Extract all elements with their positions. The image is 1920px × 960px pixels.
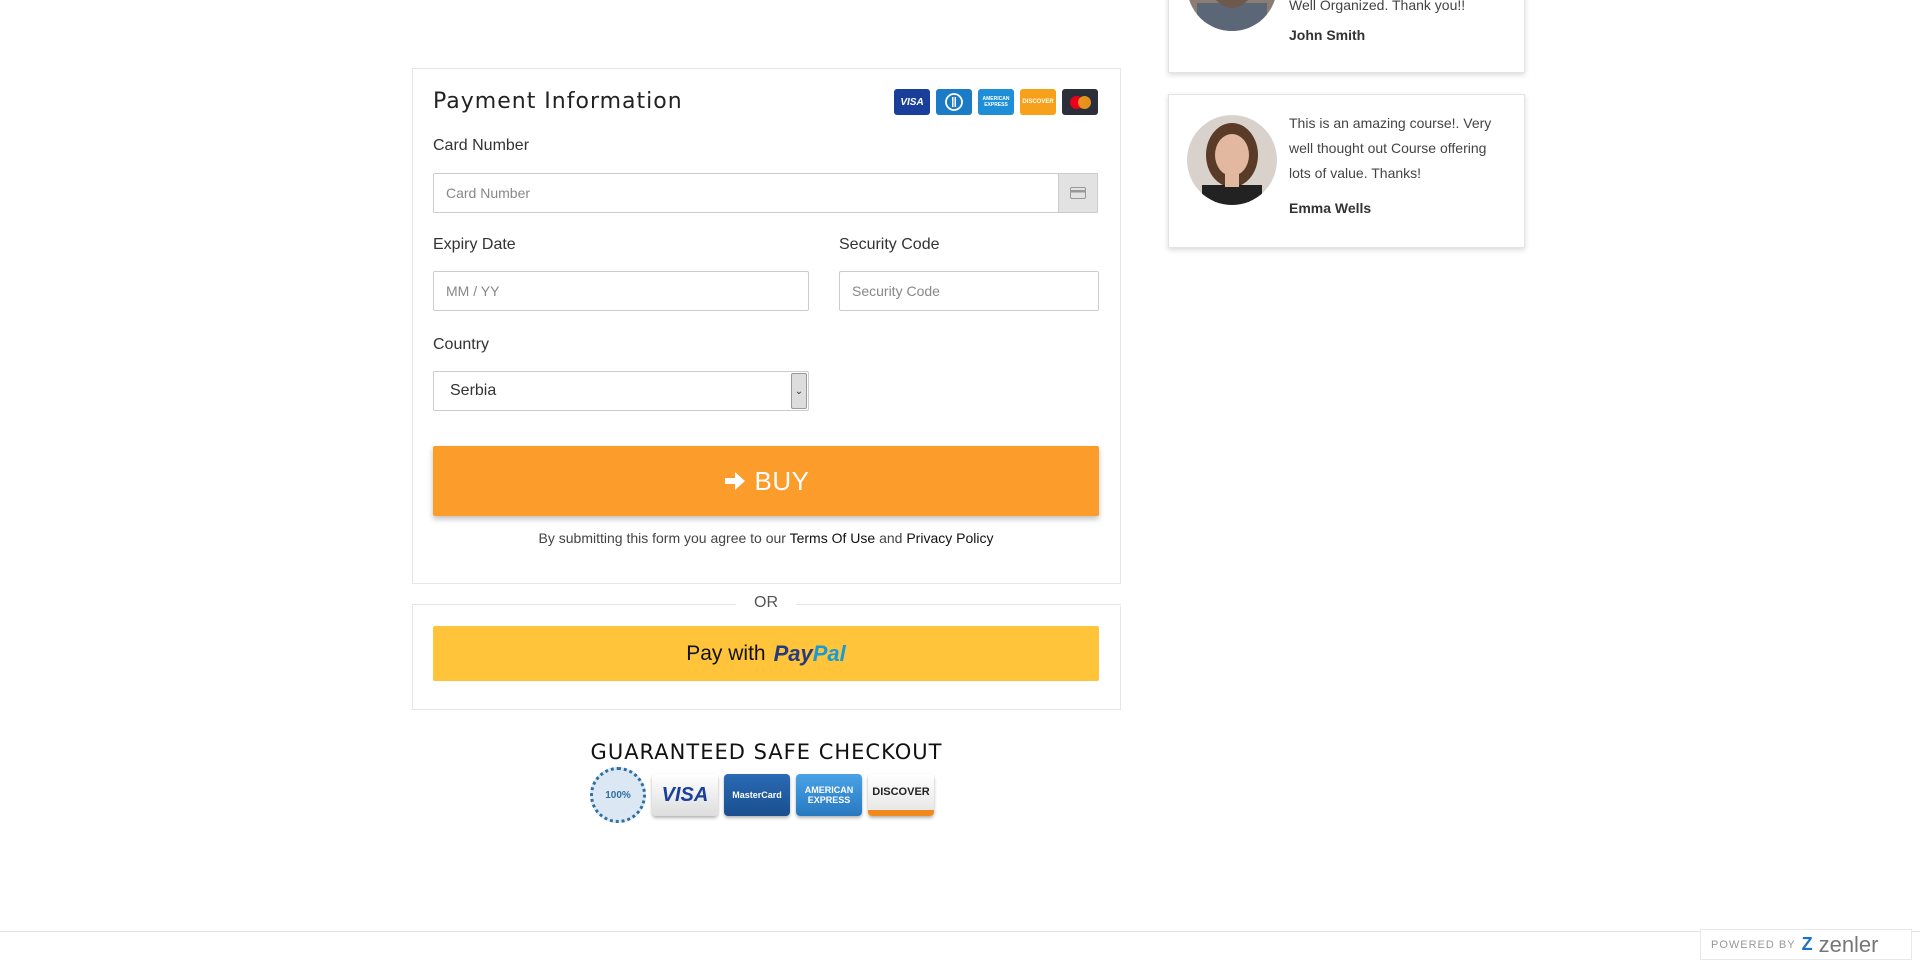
buy-label: BUY	[754, 465, 810, 496]
testimonial-author: Emma Wells	[1289, 200, 1372, 216]
satisfaction-seal: 100%	[590, 767, 646, 823]
avatar	[1187, 115, 1277, 205]
security-code-label: Security Code	[839, 236, 940, 253]
expiry-input[interactable]: MM / YY	[433, 271, 809, 311]
discover-logo: DISCOVER	[1020, 89, 1056, 115]
country-select[interactable]: Serbia ⌄	[433, 371, 809, 411]
paypal-logo: PayPal	[774, 641, 846, 667]
paypal-button[interactable]: Pay with PayPal	[433, 626, 1099, 681]
diners-logo	[936, 89, 972, 115]
avatar	[1187, 0, 1277, 31]
discover-badge: DISCOVER	[868, 774, 934, 816]
country-label: Country	[433, 336, 490, 353]
safe-checkout-title: GUARANTEED SAFE CHECKOUT	[590, 740, 943, 764]
paypal-section: Pay with PayPal	[412, 606, 1121, 710]
buy-button[interactable]: BUY	[433, 446, 1099, 516]
zenler-logo-icon: Z	[1801, 934, 1813, 954]
mastercard-badge: MasterCard	[724, 774, 790, 816]
terms-text: By submitting this form you agree to our…	[433, 530, 1099, 546]
testimonial-card: This is an amazing course!. Very well th…	[1168, 94, 1525, 248]
payment-form: Payment Information VISA AMERICAN EXPRES…	[412, 68, 1121, 584]
testimonial-quote: Well Organized. Thank you!!	[1289, 0, 1466, 13]
checkout-page: Well Organized. Thank you!! John Smith T…	[0, 0, 1920, 960]
powered-by-text: POWERED BY	[1711, 938, 1796, 951]
arrow-right-icon	[724, 472, 745, 490]
credit-card-icon	[1058, 173, 1098, 213]
testimonial-card: Well Organized. Thank you!! John Smith	[1168, 0, 1525, 73]
footer-divider	[0, 931, 1920, 932]
powered-by-badge[interactable]: POWERED BY Z zenler	[1700, 929, 1912, 960]
amex-logo: AMERICAN EXPRESS	[978, 89, 1014, 115]
paypal-prefix: Pay with	[686, 641, 766, 665]
visa-logo: VISA	[894, 89, 930, 115]
privacy-policy-link[interactable]: Privacy Policy	[906, 530, 993, 546]
paypal-logo-part1: Pay	[773, 640, 813, 666]
zenler-brand: zenler	[1818, 931, 1879, 957]
terms-prefix: By submitting this form you agree to our	[538, 530, 786, 546]
paypal-logo-part2: Pal	[812, 640, 846, 666]
country-value: Serbia	[450, 382, 497, 399]
testimonial-quote: This is an amazing course!. Very well th…	[1289, 115, 1492, 181]
testimonial-author: John Smith	[1289, 27, 1366, 43]
terms-of-use-link[interactable]: Terms Of Use	[790, 530, 876, 546]
chevron-down-icon[interactable]: ⌄	[791, 373, 807, 409]
terms-and: and	[879, 530, 903, 546]
expiry-label: Expiry Date	[433, 236, 516, 253]
card-number-input[interactable]: Card Number	[433, 173, 1059, 213]
visa-badge: VISA	[652, 774, 718, 816]
accepted-cards: VISA AMERICAN EXPRESS DISCOVER	[894, 89, 1098, 115]
card-number-label: Card Number	[433, 137, 530, 154]
amex-badge: AMERICAN EXPRESS	[796, 774, 862, 816]
trust-badges: 100% VISA MasterCard AMERICAN EXPRESS DI…	[590, 767, 934, 823]
mastercard-logo	[1062, 89, 1098, 115]
payment-title: Payment Information	[433, 89, 683, 114]
security-code-input[interactable]: Security Code	[839, 271, 1099, 311]
